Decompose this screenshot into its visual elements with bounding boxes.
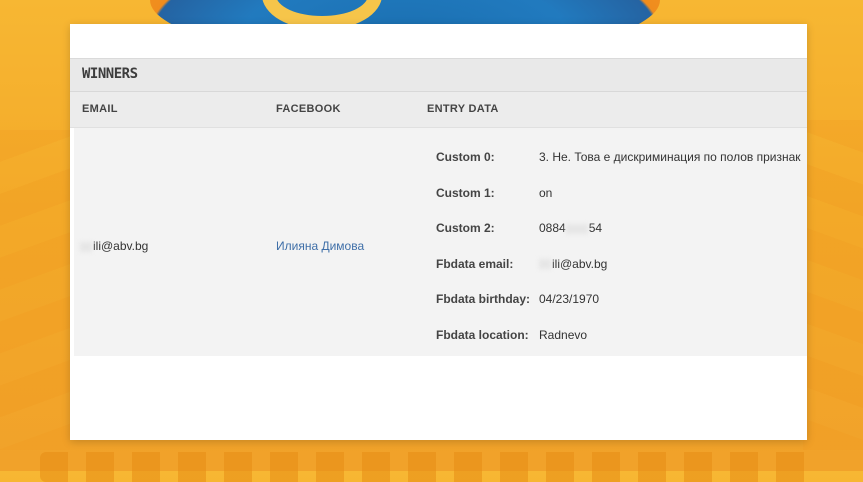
entry-value: 04/23/1970: [539, 292, 600, 306]
entry-value: 3. Не. Това е дискриминация по полов при…: [539, 150, 801, 164]
entry-label: Custom 0:: [436, 150, 495, 164]
entry-value: ili@abv.bg: [539, 257, 607, 271]
entry-value: Radnevo: [539, 327, 588, 342]
entry-label: Fbdata email:: [436, 256, 514, 271]
table-header-row: EMAIL FACEBOOK ENTRY DATA: [70, 92, 807, 128]
redaction-blur: [565, 223, 588, 234]
entry-label: Custom 1:: [436, 185, 495, 200]
winner-facebook-link[interactable]: Илияна Димова: [276, 239, 364, 253]
entry-value-phone: 0884 54: [539, 221, 602, 235]
redaction-blur: [80, 241, 92, 252]
phone-prefix: 0884: [539, 221, 566, 235]
winners-panel: WINNERS EMAIL FACEBOOK ENTRY DATA ili@ab…: [70, 24, 807, 440]
section-header: WINNERS: [70, 58, 807, 92]
entry-item: Fbdata location: Radnevo: [436, 328, 806, 364]
winner-email: ili@abv.bg: [93, 239, 149, 253]
background-pattern-right: [803, 120, 863, 450]
entry-item: Fbdata birthday: 04/23/1970: [436, 292, 806, 328]
entry-item: Custom 1: on: [436, 186, 806, 222]
fbdata-email: ili@abv.bg: [552, 256, 608, 271]
redaction-blur: [539, 259, 551, 270]
entry-item: Fbdata email: ili@abv.bg: [436, 257, 806, 293]
entry-label: Fbdata location:: [436, 327, 529, 342]
table-row: ili@abv.bg Илияна Димова Custom 0: 3. Не…: [74, 128, 807, 356]
section-title: WINNERS: [82, 66, 138, 82]
column-header-facebook: FACEBOOK: [276, 103, 341, 115]
entry-item: Custom 2: 0884 54: [436, 221, 806, 257]
background-pattern-left: [0, 130, 70, 450]
winner-email-cell: ili@abv.bg: [80, 239, 148, 253]
column-header-entry-data: ENTRY DATA: [427, 103, 499, 115]
entry-label: Custom 2:: [436, 221, 495, 235]
entry-value: on: [539, 185, 553, 200]
phone-suffix: 54: [588, 221, 603, 235]
background-lettering: [40, 452, 820, 482]
entry-label: Fbdata birthday:: [436, 292, 531, 306]
entry-data-list: Custom 0: 3. Не. Това е дискриминация по…: [436, 150, 806, 363]
entry-item: Custom 0: 3. Не. Това е дискриминация по…: [436, 150, 806, 186]
column-header-email: EMAIL: [82, 103, 118, 115]
